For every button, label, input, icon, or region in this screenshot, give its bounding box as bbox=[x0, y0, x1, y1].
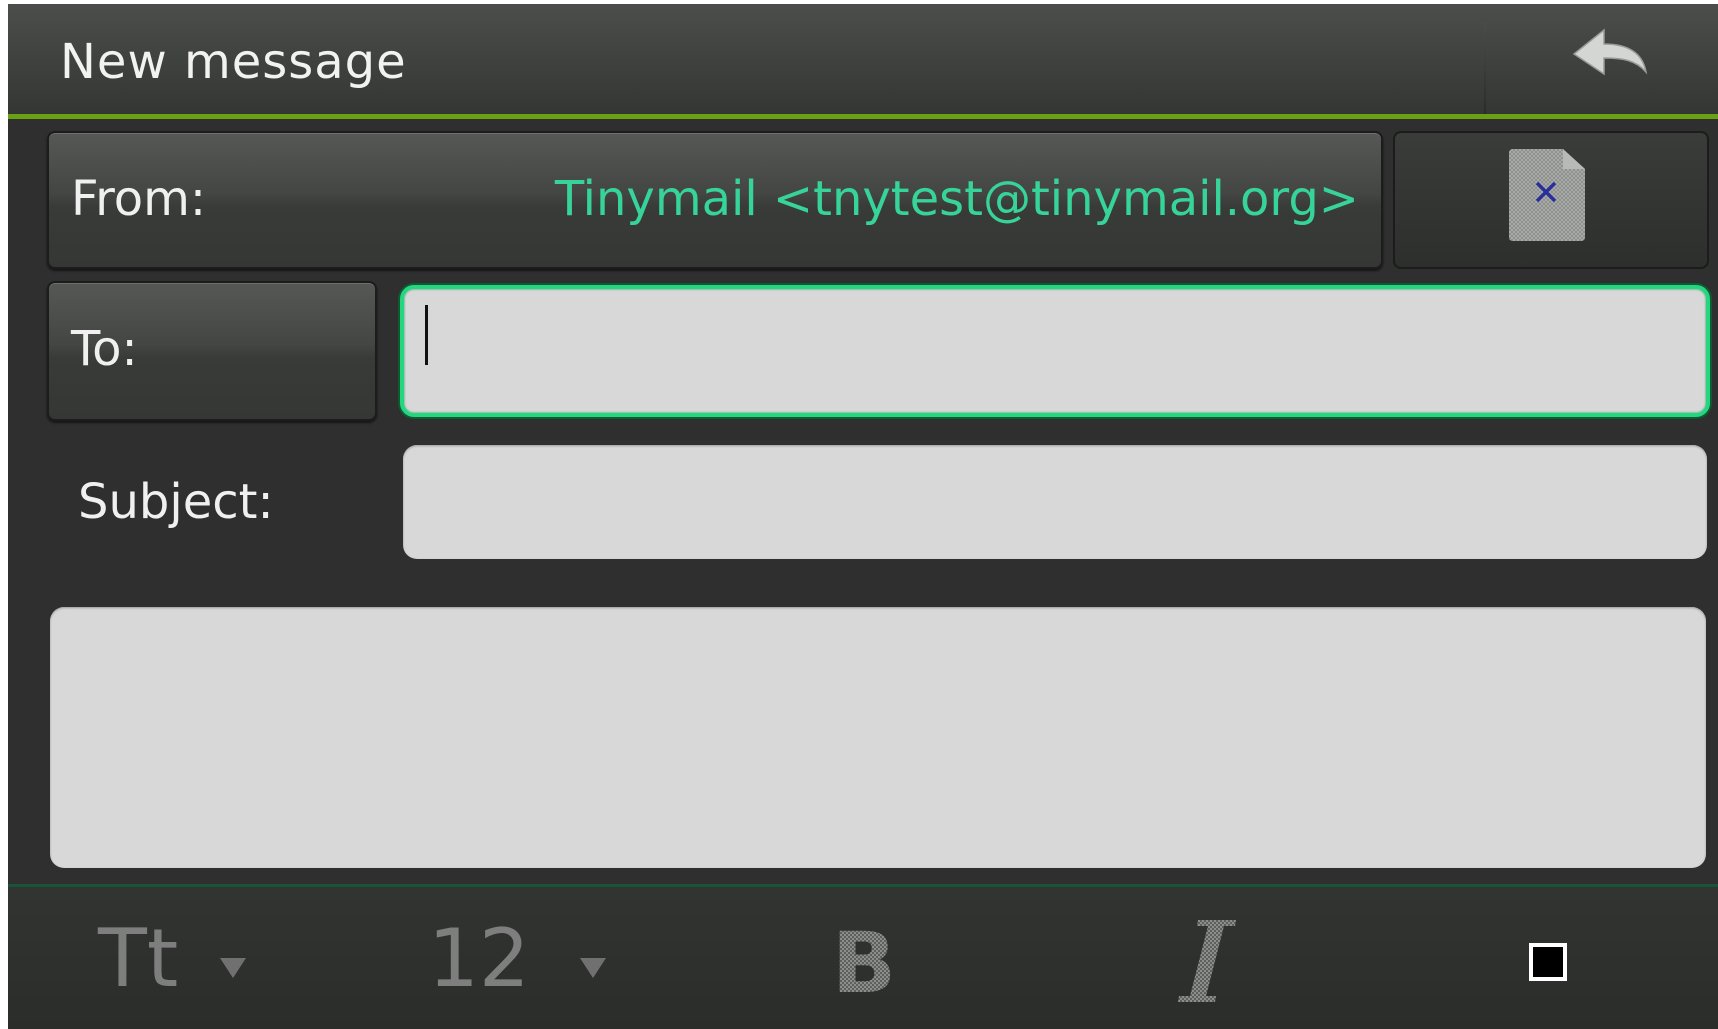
back-button[interactable] bbox=[1488, 4, 1718, 114]
svg-text:B: B bbox=[832, 914, 896, 1012]
checkbox-bullet-icon bbox=[1529, 943, 1567, 981]
title-separator bbox=[1484, 22, 1486, 114]
italic-icon bbox=[1178, 920, 1236, 1002]
font-size-label: 12 bbox=[428, 912, 530, 1005]
subject-field[interactable] bbox=[403, 445, 1707, 559]
bold-icon: B bbox=[832, 914, 896, 1012]
to-label: To: bbox=[71, 321, 138, 377]
from-account-value: Tinymail <tnytest@tinymail.org> bbox=[554, 171, 1359, 227]
to-field[interactable] bbox=[400, 285, 1710, 417]
from-selector-button[interactable]: From: Tinymail <tnytest@tinymail.org> bbox=[47, 131, 1383, 269]
font-face-label: Tt bbox=[98, 912, 179, 1005]
dropdown-arrow-icon bbox=[220, 958, 246, 978]
window-title: New message bbox=[60, 34, 407, 90]
dropdown-arrow-icon bbox=[580, 958, 606, 978]
back-arrow-icon bbox=[1572, 28, 1648, 76]
message-body-editor[interactable] bbox=[50, 607, 1706, 868]
attach-button[interactable] bbox=[1393, 131, 1709, 269]
to-recipients-button[interactable]: To: bbox=[47, 281, 377, 421]
text-cursor bbox=[425, 305, 428, 365]
from-label: From: bbox=[71, 171, 207, 227]
font-face-button[interactable]: Tt bbox=[98, 912, 298, 1012]
italic-button[interactable] bbox=[1168, 912, 1268, 1012]
formatting-toolbar: Tt 12 B bbox=[8, 884, 1718, 1029]
bold-button[interactable]: B bbox=[828, 912, 928, 1012]
subject-label: Subject: bbox=[78, 474, 274, 530]
compose-window: New message From: Tinymail <tnytest@tiny… bbox=[8, 4, 1718, 1029]
bullet-button[interactable] bbox=[1508, 912, 1608, 1012]
font-size-button[interactable]: 12 bbox=[428, 912, 628, 1012]
attachment-file-icon bbox=[1509, 149, 1585, 241]
title-bar: New message bbox=[8, 4, 1718, 119]
